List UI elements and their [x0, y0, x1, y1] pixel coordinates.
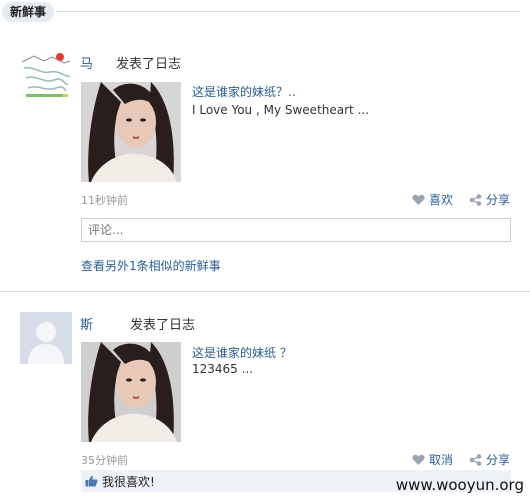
like-button[interactable]: 喜欢 [412, 191, 453, 208]
comment-input[interactable] [81, 218, 511, 242]
more-similar-link[interactable]: 查看另外1条相似的新鲜事 [81, 257, 221, 274]
post-title-link[interactable]: 这是谁家的妹纸 ？ [192, 344, 292, 361]
avatar[interactable] [20, 312, 72, 364]
feed-item: 斯 发表了日志 这是谁家的妹纸 ？ 123465 ... 35分钟前 取消 分享… [0, 292, 530, 498]
watermark: www.wooyun.org [395, 476, 524, 494]
portrait-photo [81, 342, 181, 442]
post-excerpt: 123465 ... [192, 362, 254, 376]
unlike-label: 取消 [429, 453, 454, 467]
unlike-button[interactable]: 取消 [412, 451, 453, 468]
heart-icon [412, 454, 425, 465]
post-title-link[interactable]: 这是谁家的妹纸？.. [192, 83, 296, 100]
share-button[interactable]: 分享 [469, 451, 510, 468]
share-label: 分享 [486, 453, 511, 467]
author-name[interactable]: 斯 [80, 314, 93, 333]
timestamp: 35分钟前 [81, 454, 128, 467]
author-name[interactable]: 马 [80, 53, 93, 72]
avatar[interactable] [20, 48, 72, 100]
action-text: 发表了日志 [116, 57, 182, 72]
like-label: 喜欢 [429, 193, 454, 207]
thumbs-up-icon [85, 475, 98, 487]
feed-item: 马 发表了日志 这是谁家的妹纸？.. I Love You , My Sweet… [0, 0, 530, 290]
action-text: 发表了日志 [130, 318, 196, 333]
share-icon [469, 453, 482, 466]
share-icon [469, 193, 482, 206]
liked-text: 我很喜欢! [102, 474, 155, 489]
share-label: 分享 [486, 193, 511, 207]
post-excerpt: I Love You , My Sweetheart ... [192, 103, 370, 117]
portrait-photo [81, 82, 181, 182]
share-button[interactable]: 分享 [469, 191, 510, 208]
landscape-avatar-image [20, 48, 72, 100]
heart-icon [412, 194, 425, 205]
timestamp: 11秒钟前 [81, 194, 128, 207]
post-thumbnail[interactable] [81, 82, 181, 182]
post-thumbnail[interactable] [81, 342, 181, 442]
default-avatar-image [20, 312, 72, 364]
